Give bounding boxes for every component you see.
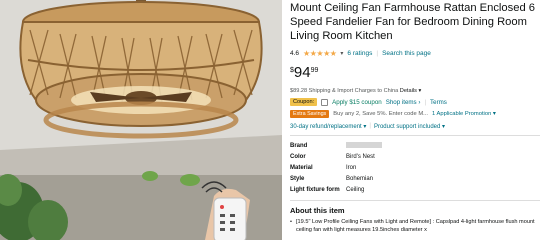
- price-fraction: 99: [310, 67, 319, 74]
- product-title: Mount Ceiling Fan Farmhouse Rattan Enclo…: [290, 2, 536, 42]
- spec-value: Bohemian: [346, 175, 374, 182]
- product-details: Mount Ceiling Fan Farmhouse Rattan Enclo…: [290, 0, 540, 240]
- spec-key: Color: [290, 153, 306, 160]
- coupon-checkbox[interactable]: [321, 98, 329, 106]
- ratings-count-link[interactable]: 6 ratings: [347, 50, 372, 57]
- savings-tag: Extra Savings: [290, 110, 330, 118]
- spec-value: Ceiling: [346, 186, 365, 193]
- shop-items-link[interactable]: Shop items ›: [386, 99, 421, 106]
- shipping-details-link[interactable]: Details ▾: [400, 88, 421, 94]
- promotion-link[interactable]: 1 Applicable Promotion ▾: [432, 111, 496, 117]
- spec-value: Bird's Nest: [346, 153, 375, 160]
- about-bullet: [19.5" Low Profile Ceiling Fans with Lig…: [290, 218, 540, 234]
- support-label: Product support included: [373, 124, 441, 130]
- returns-label: 30-day refund/replacement: [290, 124, 362, 130]
- chevron-down-icon[interactable]: ▾: [340, 50, 343, 57]
- ceiling-fan-illustration: [0, 0, 282, 240]
- divider: |: [424, 98, 427, 106]
- price: $ 94 99: [290, 65, 540, 80]
- divider: |: [369, 123, 371, 129]
- spec-key: Style: [290, 175, 305, 182]
- rattan-drum: [19, 1, 263, 139]
- product-image[interactable]: [0, 0, 282, 240]
- star-rating-icon[interactable]: ★★★★★: [303, 49, 337, 58]
- price-whole: 94: [293, 64, 311, 81]
- spec-key: Material: [290, 164, 313, 171]
- spec-row-material: Material Iron: [290, 162, 540, 173]
- coupon-tag: Coupon:: [290, 98, 318, 106]
- coupon-text[interactable]: Apply $15 coupon: [332, 99, 382, 106]
- returns-link[interactable]: 30-day refund/replacement ▾: [290, 123, 366, 130]
- spec-key: Light fixture form: [290, 186, 340, 193]
- spec-value: Iron: [346, 164, 357, 171]
- spec-key: Brand: [290, 142, 308, 149]
- savings-text: Buy any 2, Save 5%. Enter code M...: [333, 111, 428, 117]
- chevron-down-icon: ▾: [418, 88, 422, 94]
- terms-link[interactable]: Terms: [430, 99, 447, 106]
- support-link[interactable]: Product support included ▾: [374, 123, 445, 130]
- rating-value: 4.6: [290, 50, 300, 57]
- spec-table: Brand Color Bird's Nest Material Iron St…: [290, 140, 540, 195]
- divider: |: [376, 50, 379, 57]
- shipping-info: $89.28 Shipping & Import Charges to Chin…: [290, 88, 540, 94]
- shipping-details-label: Details: [399, 88, 417, 94]
- spec-row-color: Color Bird's Nest: [290, 151, 540, 162]
- returns-row: 30-day refund/replacement ▾ | Product su…: [290, 123, 540, 130]
- shipping-amount: $89.28 Shipping & Import Charges to Chin…: [290, 88, 399, 94]
- rating-row: 4.6 ★★★★★ ▾ 6 ratings | Search this page: [290, 49, 540, 58]
- spec-row-fixture: Light fixture form Ceiling: [290, 184, 540, 195]
- spec-row-style: Style Bohemian: [290, 173, 540, 184]
- savings-row: Extra Savings Buy any 2, Save 5%. Enter …: [290, 110, 540, 118]
- about-heading: About this item: [290, 206, 345, 215]
- promotion-label: 1 Applicable Promotion: [432, 111, 492, 117]
- search-page-link[interactable]: Search this page: [382, 50, 431, 57]
- shop-items-label: Shop items: [385, 98, 417, 106]
- divider-line: [290, 135, 540, 136]
- spec-value-redacted: [346, 141, 382, 150]
- coupon-row: Coupon: Apply $15 coupon Shop items › | …: [290, 98, 540, 106]
- divider-line: [290, 200, 540, 201]
- spec-row-brand: Brand: [290, 140, 540, 151]
